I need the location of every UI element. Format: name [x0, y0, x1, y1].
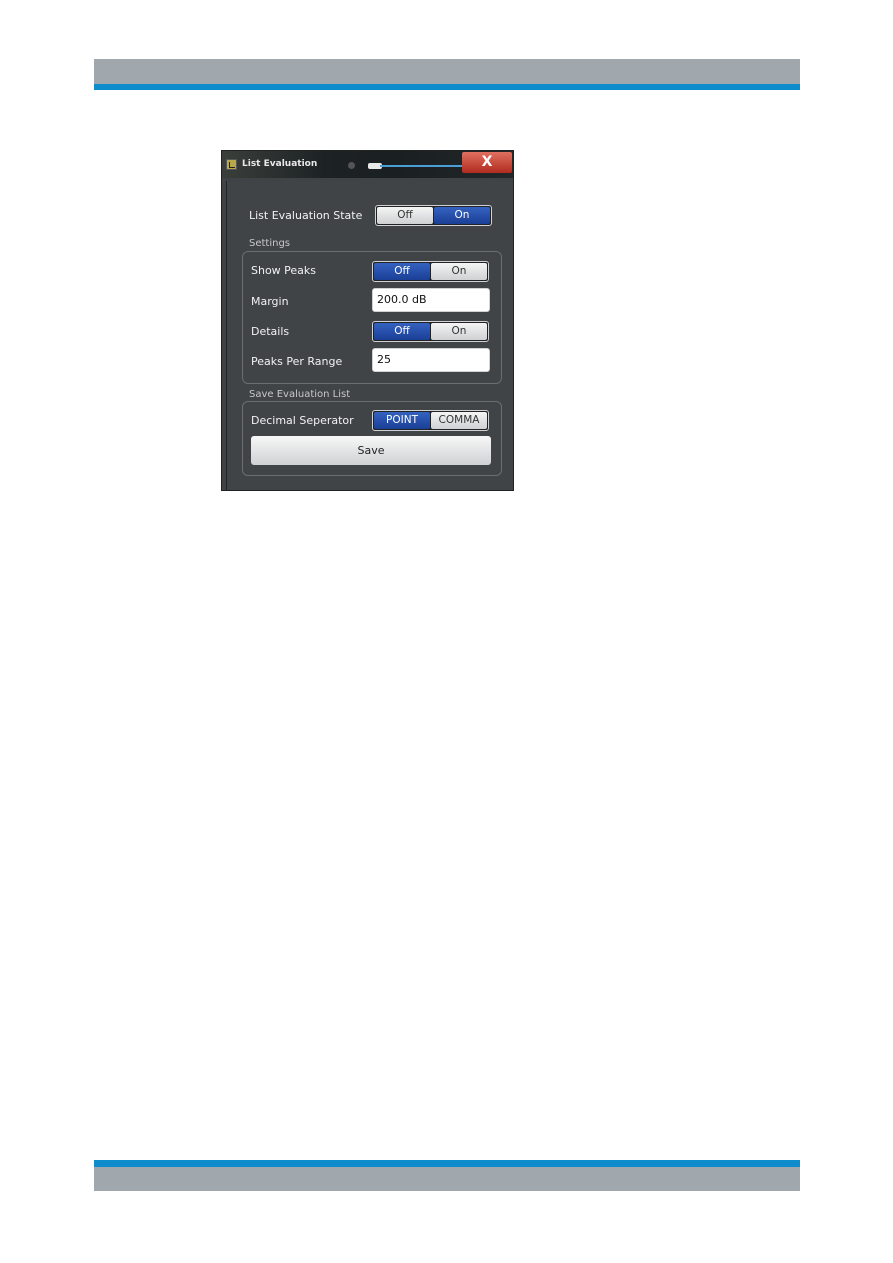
peaks-per-range-input[interactable]: 25: [372, 348, 490, 372]
page-header-accent: [94, 84, 800, 90]
list-evaluation-state-on[interactable]: On: [434, 207, 490, 224]
decimal-separator-comma[interactable]: COMMA: [431, 412, 487, 429]
decimal-separator-label: Decimal Seperator: [251, 414, 354, 427]
show-peaks-label: Show Peaks: [251, 264, 317, 277]
decimal-separator-toggle[interactable]: POINT COMMA: [372, 410, 489, 431]
app-icon: [226, 159, 237, 170]
settings-section-label: Settings: [249, 238, 291, 249]
dialog-body: List Evaluation State Off On Settings Sh…: [226, 181, 513, 490]
transparency-slider-track[interactable]: [380, 165, 462, 167]
close-icon: X: [481, 154, 493, 170]
page-footer-accent: [94, 1160, 800, 1167]
margin-input[interactable]: 200.0 dB: [372, 288, 490, 312]
show-peaks-on[interactable]: On: [431, 263, 487, 280]
margin-label: Margin: [251, 295, 289, 308]
save-evaluation-list-section-label: Save Evaluation List: [249, 389, 351, 400]
list-evaluation-dialog: List Evaluation X List Evaluation State …: [221, 150, 514, 491]
details-on[interactable]: On: [431, 323, 487, 340]
transparency-icon: [348, 162, 355, 169]
page-header-band: [94, 59, 800, 84]
close-button[interactable]: X: [462, 152, 512, 173]
dialog-titlebar[interactable]: List Evaluation X: [222, 151, 513, 178]
show-peaks-off[interactable]: Off: [374, 263, 430, 280]
peaks-per-range-label: Peaks Per Range: [251, 355, 343, 368]
list-evaluation-state-toggle[interactable]: Off On: [375, 205, 492, 226]
save-button[interactable]: Save: [251, 436, 491, 465]
page-footer-band: [94, 1167, 800, 1191]
details-toggle[interactable]: Off On: [372, 321, 489, 342]
show-peaks-toggle[interactable]: Off On: [372, 261, 489, 282]
list-evaluation-state-off[interactable]: Off: [377, 207, 433, 224]
details-off[interactable]: Off: [374, 323, 430, 340]
list-evaluation-state-label: List Evaluation State: [249, 209, 363, 222]
dialog-title: List Evaluation: [242, 159, 318, 169]
details-label: Details: [251, 325, 290, 338]
decimal-separator-point[interactable]: POINT: [374, 412, 430, 429]
